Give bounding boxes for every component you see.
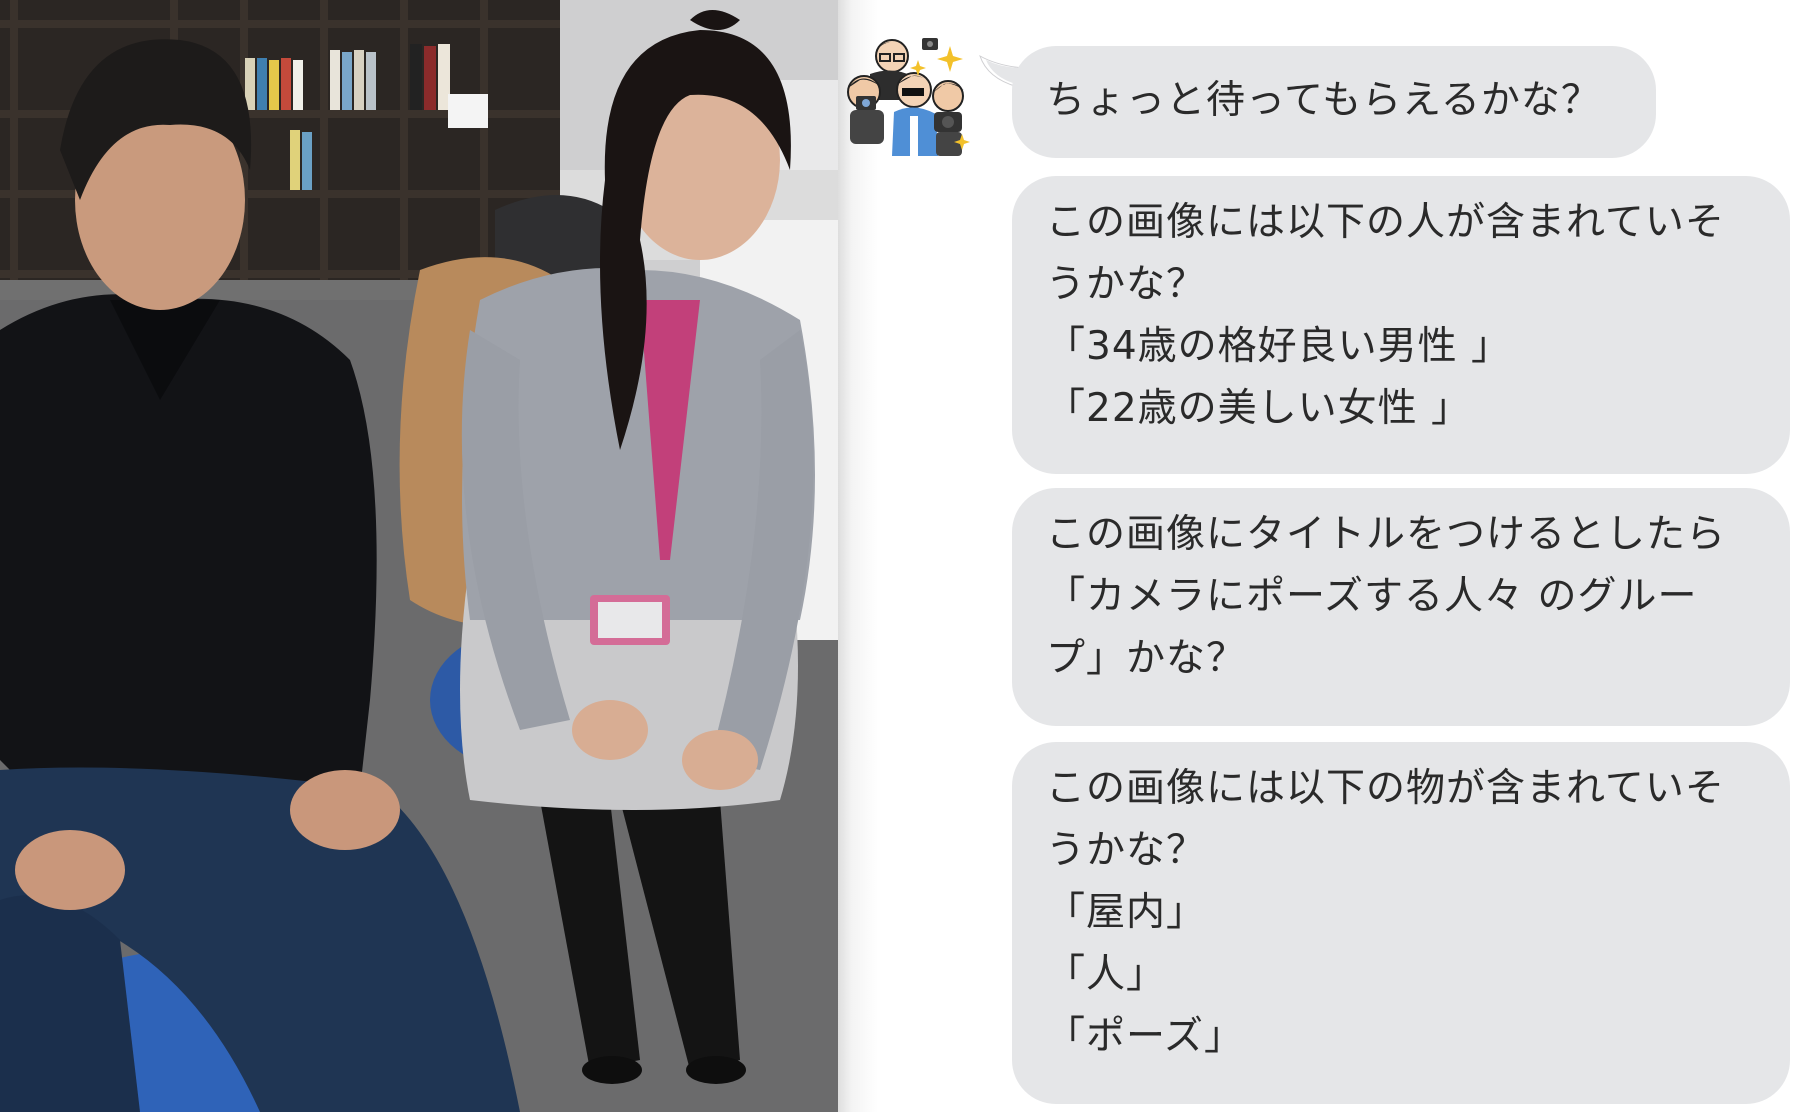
message-line: プ」かな？ [1046,636,1247,681]
message-line: 「ポーズ」 [1046,1014,1245,1059]
chat-bubble: この画像には以下の物が含まれていそ うかな？ 「屋内」 「人」 「ポーズ」 [1012,742,1790,1104]
chat-bubble: ちょっと待ってもらえるかな？ [1012,46,1656,158]
message-line: うかな？ [1046,828,1207,873]
message-line: 「人」 [1046,952,1167,997]
message-line: 「カメラにポーズする人々 のグルー [1046,574,1698,619]
paparazzi-illustration-icon [840,30,978,158]
message-line: この画像には以下の物が含まれていそ [1046,766,1725,811]
message-line: この画像にタイトルをつけるとしたら [1046,512,1727,557]
message-line: 「34歳の格好良い男性 」 [1046,324,1512,369]
message-line: 「屋内」 [1046,890,1207,935]
office-photo-drawing [0,0,838,1112]
message-line: この画像には以下の人が含まれていそ [1046,200,1725,245]
message-line: うかな？ [1046,262,1207,307]
chat-bubble: この画像には以下の人が含まれていそ うかな？ 「34歳の格好良い男性 」 「22… [1012,176,1790,474]
office-photo [0,0,838,1112]
message-line: ちょっと待ってもらえるかな？ [1046,78,1601,123]
message-line: 「22歳の美しい女性 」 [1046,386,1472,431]
screen: ちょっと待ってもらえるかな？ この画像には以下の人が含まれていそ うかな？ 「3… [0,0,1802,1112]
chat-bubble: この画像にタイトルをつけるとしたら 「カメラにポーズする人々 のグルー プ」かな… [1012,488,1790,726]
